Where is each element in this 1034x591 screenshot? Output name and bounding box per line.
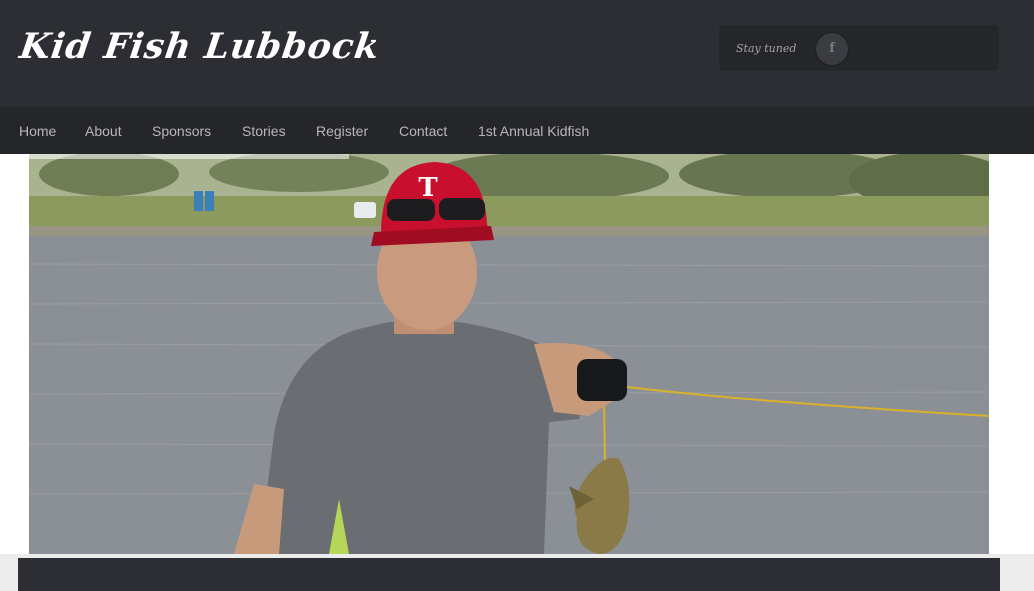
nav-item-register[interactable]: Register [316,123,368,139]
nav-item-about[interactable]: About [85,123,122,139]
site-header: Kid Fish Lubbock Stay tuned f [0,0,1034,107]
nav-item-1st-annual-kidfish[interactable]: 1st Annual Kidfish [478,123,589,139]
hero-loading-bar [29,154,349,159]
svg-text:T: T [418,173,438,203]
hero-illustration: T [29,154,989,554]
site-logo[interactable]: Kid Fish Lubbock [17,26,383,67]
social-box: Stay tuned f [719,25,999,71]
stay-tuned-label: Stay tuned [736,42,797,55]
nav-item-stories[interactable]: Stories [242,123,286,139]
main-nav: Home About Sponsors Stories Register Con… [0,107,1034,154]
content-panel [18,558,1000,591]
nav-item-sponsors[interactable]: Sponsors [152,123,211,139]
nav-item-home[interactable]: Home [19,123,56,139]
hero-photo: T [29,154,989,554]
fishing-glove [577,359,627,401]
nav-item-contact[interactable]: Contact [399,123,447,139]
facebook-icon[interactable]: f [815,32,849,66]
